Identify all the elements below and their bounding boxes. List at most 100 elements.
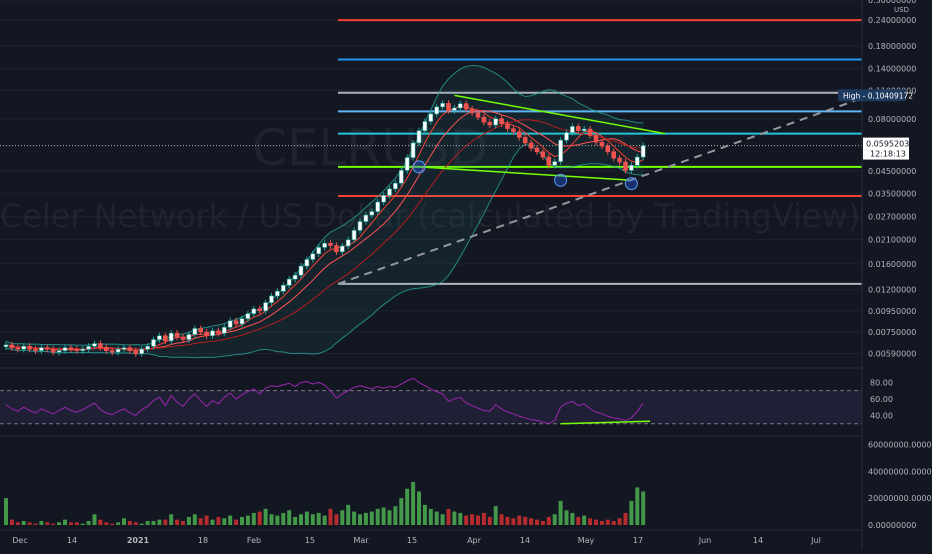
candle-body [334, 245, 339, 253]
time-tick-label: 14 [67, 536, 77, 545]
volume-bar [499, 514, 504, 525]
candle-body [564, 132, 569, 141]
volume-bar [535, 519, 539, 525]
volume-bar [192, 514, 197, 525]
volume-bar [275, 515, 280, 525]
candle-body [121, 347, 127, 350]
time-tick-label: Jul [810, 536, 821, 545]
candle-body [186, 334, 192, 340]
candle-body [387, 188, 392, 196]
price-tick-label: 0.00750000 [868, 328, 916, 337]
volume-bar [304, 511, 309, 525]
volume-bar [251, 512, 256, 525]
volume-bar [641, 491, 646, 525]
candle-body [192, 328, 198, 335]
volume-bar [552, 514, 557, 525]
time-tick-label: Feb [247, 536, 261, 545]
volume-bar [33, 523, 38, 525]
volume-bar [181, 520, 185, 525]
candle-body [593, 135, 599, 143]
volume-bar [127, 520, 132, 525]
candle-body [104, 347, 109, 351]
high-label: High - 0.10409172 [843, 91, 913, 100]
time-tick-label: 14 [753, 536, 763, 545]
time-tick-label: 15 [305, 536, 315, 545]
candle-body [174, 332, 180, 338]
candle-body [558, 139, 563, 162]
volume-bar [635, 487, 640, 525]
volume-bar [240, 516, 244, 525]
volume-bar [434, 511, 439, 525]
price-tick-label: 0.00590000 [868, 350, 916, 359]
volume-bar [611, 520, 616, 525]
volume-bar [594, 519, 598, 525]
candle-body [552, 161, 558, 166]
time-tick-label: Dec [12, 536, 27, 545]
volume-bar [322, 515, 327, 525]
candle-body [381, 195, 386, 203]
candle-body [581, 128, 587, 132]
volume-bar [623, 512, 628, 525]
volume-bar [281, 512, 286, 525]
volume-bar [222, 518, 227, 525]
candle-body [546, 156, 552, 166]
candle-body [457, 103, 463, 109]
candle-body [15, 347, 21, 350]
volume-bar [186, 516, 191, 525]
price-tick-label: 0.03500000 [868, 189, 916, 198]
volume-bar [558, 500, 563, 525]
chart-svg[interactable]: CELRUSD Celer Network / US Dollar (calcu… [0, 0, 932, 550]
volume-bar [145, 520, 150, 525]
volume-bar [39, 520, 44, 525]
candle-body [481, 116, 487, 123]
price-tick-label: 0.00950000 [868, 307, 916, 316]
pivot-marker [624, 177, 638, 191]
volume-bar [169, 514, 174, 525]
candle-body [440, 103, 445, 108]
candle-body [163, 335, 168, 342]
candle-body [233, 320, 239, 325]
volume-bar [487, 516, 492, 525]
candle-body [345, 239, 351, 247]
candle-body [168, 332, 174, 342]
time-tick-label: 2021 [127, 536, 150, 545]
candle-body [493, 118, 499, 126]
price-tick-label: 0.18000000 [868, 42, 916, 51]
volume-bar [481, 512, 486, 525]
volume-bar [299, 514, 303, 525]
candle-body [623, 161, 628, 171]
candle-body [428, 113, 434, 122]
volume-bar [346, 504, 351, 525]
volume-bar [151, 520, 156, 525]
candle-body [587, 128, 593, 136]
candle-body [351, 230, 357, 241]
volume-bar [352, 511, 357, 525]
candle-body [298, 265, 304, 276]
chart-area[interactable]: CELRUSD Celer Network / US Dollar (calcu… [0, 0, 932, 550]
price-tick-label: 0.02700000 [868, 213, 916, 222]
volume-bar [582, 515, 587, 525]
candle-body [599, 141, 605, 147]
volume-bar [340, 510, 345, 525]
candle-body [62, 347, 68, 351]
candle-body [322, 243, 327, 248]
candle-body [357, 221, 363, 231]
candle-body [292, 274, 298, 280]
candle-body [239, 318, 245, 325]
volume-bar [269, 514, 274, 525]
volume-bar [405, 488, 410, 525]
volume-bar [122, 518, 126, 525]
volume-bar [599, 520, 604, 525]
candle-body [534, 147, 540, 153]
candle-body [27, 346, 32, 350]
volume-bar [428, 508, 433, 525]
candle-body [410, 142, 416, 158]
candle-body [50, 348, 56, 353]
candle-body [222, 327, 227, 334]
volume-bar [452, 511, 457, 525]
price-tick-label: 0.14000000 [868, 65, 916, 74]
candle-body [115, 348, 121, 353]
volume-bar [605, 519, 610, 525]
last-price-label: 0.05952032 [866, 140, 914, 149]
volume-bar [417, 491, 421, 525]
